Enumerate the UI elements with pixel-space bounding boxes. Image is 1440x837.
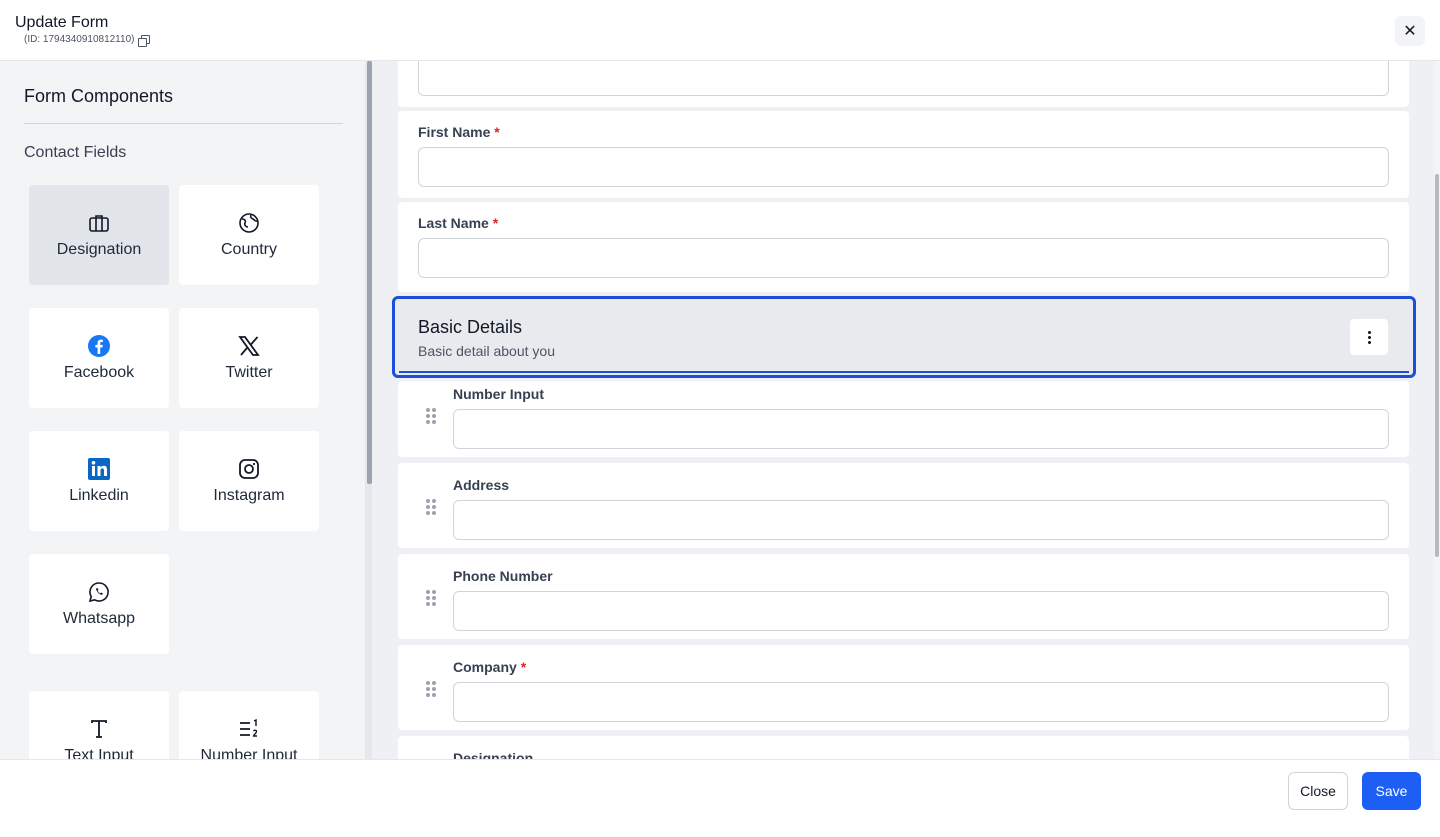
text-input-field[interactable] [418, 61, 1389, 96]
section-description: Basic detail about you [418, 343, 555, 359]
globe-icon [239, 213, 259, 233]
section-underline [399, 371, 1409, 373]
address-input[interactable] [453, 500, 1389, 540]
tile-label: Text Input [64, 747, 134, 759]
sidebar-title: Form Components [24, 86, 174, 106]
form-field-card[interactable]: Address [398, 463, 1409, 548]
required-asterisk: * [520, 659, 527, 675]
modal-title: Update Form [15, 14, 109, 31]
field-label: Phone Number [453, 568, 553, 584]
briefcase-icon [89, 215, 109, 232]
contact-fields-heading: Contact Fields [24, 144, 127, 161]
tile-label: Facebook [63, 364, 135, 381]
facebook-icon [88, 335, 110, 357]
tile-label: Whatsapp [62, 610, 136, 627]
field-label: Address [453, 477, 510, 493]
tile-label: Designation [56, 241, 142, 258]
phone-number-input[interactable] [453, 591, 1389, 631]
section-basic-details[interactable]: Basic Details Basic detail about you [392, 296, 1416, 378]
drag-handle-icon[interactable] [426, 590, 436, 606]
tile-label: Twitter [225, 364, 273, 381]
tile-designation[interactable]: Designation [29, 185, 169, 285]
number-list-icon [240, 718, 258, 737]
tile-number-input[interactable]: Number Input [179, 691, 319, 759]
drag-handle-icon[interactable] [426, 681, 436, 697]
linkedin-icon [88, 458, 110, 480]
form-field-card[interactable]: Phone Number [398, 554, 1409, 639]
field-label: Company * [453, 659, 527, 675]
drag-handle-icon[interactable] [426, 408, 436, 424]
tile-label: Linkedin [69, 487, 129, 504]
form-field-card[interactable]: Last Name * [398, 202, 1409, 292]
field-label: Number Input [453, 386, 544, 402]
kebab-menu-icon[interactable] [1350, 319, 1388, 355]
form-id: (ID: 1794340910812110) [24, 34, 151, 47]
field-label: Last Name * [418, 215, 499, 231]
tile-linkedin[interactable]: Linkedin [29, 431, 169, 531]
tile-facebook[interactable]: Facebook [29, 308, 169, 408]
number-input-field[interactable] [453, 409, 1389, 449]
drag-handle-icon[interactable] [426, 499, 436, 515]
required-asterisk: * [492, 215, 499, 231]
required-asterisk: * [494, 124, 500, 140]
x-icon [238, 336, 260, 356]
close-button[interactable]: Close [1288, 772, 1348, 810]
whatsapp-icon [88, 582, 109, 603]
modal-header: Update Form (ID: 1794340910812110) ✕ [0, 0, 1440, 61]
section-title: Basic Details [418, 317, 523, 337]
tile-label: Instagram [213, 487, 285, 504]
copy-icon[interactable] [138, 34, 151, 47]
components-sidebar: Form Components Contact Fields Designati… [0, 61, 372, 759]
form-canvas: First Name * Last Name * Basic Details B… [372, 61, 1440, 759]
tile-whatsapp[interactable]: Whatsapp [29, 554, 169, 654]
main-scrollbar-thumb[interactable] [1435, 174, 1439, 557]
modal-footer: Close Save [0, 759, 1440, 837]
save-button[interactable]: Save [1362, 772, 1421, 810]
field-label: First Name * [418, 124, 500, 140]
company-input[interactable] [453, 682, 1389, 722]
tile-instagram[interactable]: Instagram [179, 431, 319, 531]
tile-label: Country [220, 241, 278, 258]
tile-country[interactable]: Country [179, 185, 319, 285]
form-field-card[interactable] [398, 61, 1409, 107]
field-label: Designation [453, 750, 534, 759]
text-icon [91, 720, 107, 738]
first-name-input[interactable] [418, 147, 1389, 187]
form-field-card[interactable]: Designation [398, 736, 1409, 759]
instagram-icon [239, 459, 259, 479]
tile-label: Number Input [200, 747, 298, 759]
close-icon[interactable]: ✕ [1395, 16, 1425, 46]
sidebar-divider [24, 123, 343, 124]
form-field-card[interactable]: Company * [398, 645, 1409, 730]
form-field-card[interactable]: Number Input [398, 381, 1409, 457]
tile-twitter[interactable]: Twitter [179, 308, 319, 408]
last-name-input[interactable] [418, 238, 1389, 278]
form-id-text: (ID: 1794340910812110) [24, 34, 135, 45]
form-field-card[interactable]: First Name * [398, 111, 1409, 198]
tile-text-input[interactable]: Text Input [29, 691, 169, 759]
